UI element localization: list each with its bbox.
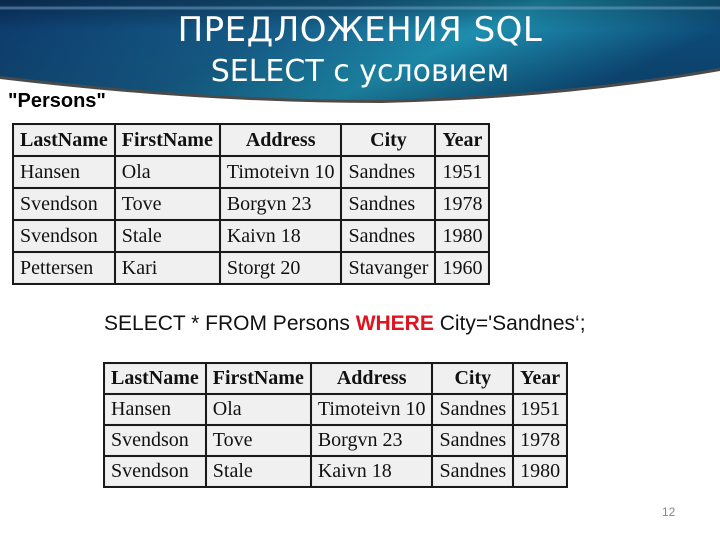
- cell-lastname: Svendson: [103, 424, 207, 457]
- cell-city: Stavanger: [340, 251, 437, 285]
- slide-title: ПРЕДЛОЖЕНИЯ SQL SELECT с условием: [0, 10, 720, 92]
- cell-firstname: Kari: [113, 251, 221, 285]
- column-header-year: Year: [512, 362, 569, 395]
- table-row: Svendson Tove Borgvn 23 Sandnes 1978: [103, 424, 569, 457]
- table-row: Svendson Stale Kaivn 18 Sandnes 1980: [103, 455, 569, 488]
- cell-year: 1980: [512, 455, 569, 488]
- cell-lastname: Pettersen: [12, 251, 116, 285]
- cell-year: 1978: [434, 187, 491, 221]
- column-header-firstname: FirstName: [204, 362, 312, 395]
- cell-lastname: Hansen: [12, 155, 116, 189]
- cell-address: Borgvn 23: [309, 424, 434, 457]
- slide-title-line2: SELECT с условием: [210, 54, 510, 89]
- column-header-lastname: LastName: [12, 123, 116, 157]
- cell-city: Sandnes: [340, 187, 437, 221]
- column-header-year: Year: [434, 123, 491, 157]
- cell-address: Kaivn 18: [218, 219, 343, 253]
- table-row: Pettersen Kari Storgt 20 Stavanger 1960: [12, 251, 491, 285]
- sql-query: SELECT * FROM Persons WHERE City='Sandne…: [104, 312, 586, 336]
- cell-firstname: Stale: [113, 219, 221, 253]
- cell-lastname: Svendson: [12, 187, 116, 221]
- column-header-address: Address: [309, 362, 434, 395]
- result-table: LastName FirstName Address City Year Han…: [103, 362, 569, 488]
- slide-title-line1: ПРЕДЛОЖЕНИЯ SQL: [177, 10, 543, 50]
- table-caption: "Persons": [8, 90, 106, 112]
- query-select-part: SELECT * FROM Persons: [104, 312, 356, 335]
- cell-lastname: Hansen: [103, 393, 207, 426]
- cell-address: Kaivn 18: [309, 455, 434, 488]
- query-where-keyword: WHERE: [355, 312, 434, 335]
- column-header-firstname: FirstName: [113, 123, 221, 157]
- query-condition: City='Sandnes‘;: [433, 312, 586, 335]
- table-row: Hansen Ola Timoteivn 10 Sandnes 1951: [103, 393, 569, 426]
- column-header-city: City: [340, 123, 437, 157]
- table-header-row: LastName FirstName Address City Year: [12, 123, 491, 157]
- cell-lastname: Svendson: [103, 455, 207, 488]
- cell-city: Sandnes: [431, 424, 515, 457]
- cell-firstname: Stale: [204, 455, 312, 488]
- cell-year: 1951: [434, 155, 491, 189]
- column-header-address: Address: [218, 123, 343, 157]
- cell-city: Sandnes: [431, 393, 515, 426]
- page-number: 12: [662, 505, 676, 519]
- table-row: Svendson Stale Kaivn 18 Sandnes 1980: [12, 219, 491, 253]
- cell-firstname: Tove: [204, 424, 312, 457]
- title-banner: ПРЕДЛОЖЕНИЯ SQL SELECT с условием: [0, 0, 720, 110]
- cell-address: Timoteivn 10: [309, 393, 434, 426]
- cell-firstname: Ola: [113, 155, 221, 189]
- cell-city: Sandnes: [431, 455, 515, 488]
- column-header-lastname: LastName: [103, 362, 207, 395]
- cell-firstname: Ola: [204, 393, 312, 426]
- cell-year: 1960: [434, 251, 491, 285]
- cell-city: Sandnes: [340, 155, 437, 189]
- cell-address: Timoteivn 10: [218, 155, 343, 189]
- column-header-city: City: [431, 362, 515, 395]
- cell-address: Borgvn 23: [218, 187, 343, 221]
- persons-table: LastName FirstName Address City Year Han…: [12, 123, 491, 285]
- cell-year: 1978: [512, 424, 569, 457]
- cell-year: 1980: [434, 219, 491, 253]
- table-row: Hansen Ola Timoteivn 10 Sandnes 1951: [12, 155, 491, 189]
- table-row: Svendson Tove Borgvn 23 Sandnes 1978: [12, 187, 491, 221]
- cell-lastname: Svendson: [12, 219, 116, 253]
- cell-firstname: Tove: [113, 187, 221, 221]
- table-header-row: LastName FirstName Address City Year: [103, 362, 569, 395]
- cell-year: 1951: [512, 393, 569, 426]
- cell-city: Sandnes: [340, 219, 437, 253]
- cell-address: Storgt 20: [218, 251, 343, 285]
